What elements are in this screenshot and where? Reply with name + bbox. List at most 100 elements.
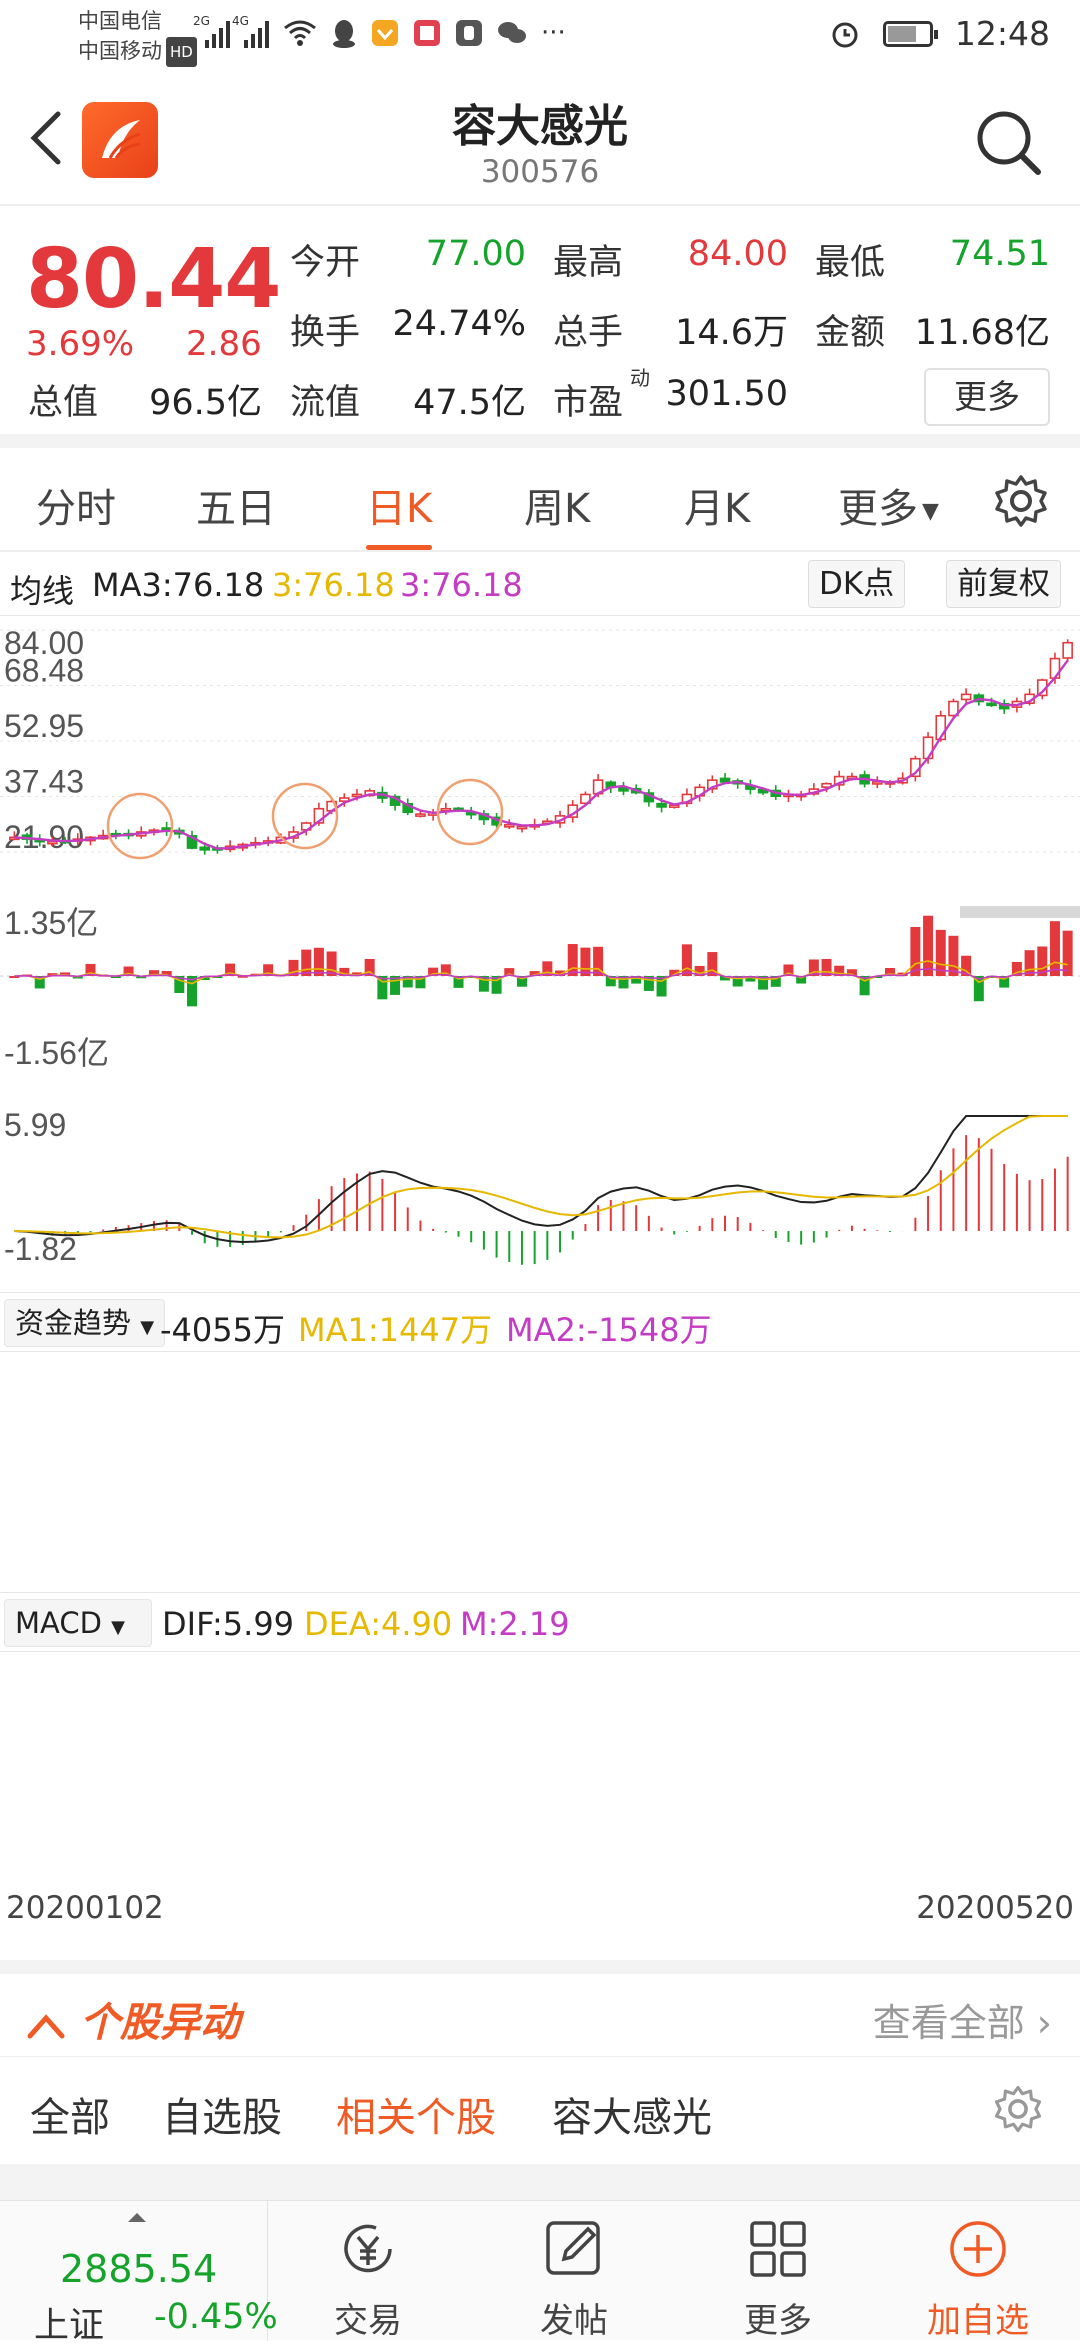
more-quote-button[interactable]: 更多 [924, 368, 1050, 426]
wifi-icon [284, 20, 316, 46]
candle-down [656, 802, 667, 808]
fund-bar-in [1062, 930, 1073, 976]
nav-post[interactable]: 发帖 [474, 2201, 674, 2341]
low-label: 最低 [815, 243, 886, 283]
change-percent: 3.69% [26, 324, 135, 364]
price-axis-label: 52.95 [4, 708, 84, 744]
clock: 12:48 [954, 14, 1050, 53]
caret-down-icon: ▼ [111, 1617, 125, 1638]
hd-badge: HD [166, 37, 197, 67]
search-icon[interactable] [972, 106, 1044, 178]
candle-up [47, 840, 58, 845]
status-icons: 2G 4G ··· [193, 14, 566, 48]
candle-up [516, 825, 528, 830]
tab-intraday[interactable]: 分时 [36, 476, 116, 534]
pe-label: 市盈 [553, 383, 624, 423]
macd-dropdown[interactable]: MACD ▼ [4, 1599, 152, 1647]
yen-circle-icon [344, 2224, 392, 2273]
nav-more-label: 更多 [744, 2301, 812, 2341]
hand-icon [456, 20, 482, 46]
nav-add-watchlist[interactable]: 加自选 [878, 2201, 1078, 2341]
fund-bar-in [948, 935, 959, 976]
nav-header: 容大感光 300576 [0, 72, 1080, 206]
alert-filters: 全部 自选股 相关个股 容大感光 [0, 2056, 1080, 2164]
nav-add-watchlist-label: 加自选 [927, 2301, 1029, 2341]
filter-stock[interactable]: 容大感光 [552, 2085, 712, 2143]
kline-chart[interactable]: 84.00 68.48 52.95 37.43 21.90 1.35亿 -1.56亿 5.99… [0, 616, 1080, 1936]
adjust-button[interactable]: 前复权 [946, 560, 1061, 608]
ma-label: 均线 [10, 572, 75, 610]
nav-trade-label: 交易 [334, 2301, 402, 2341]
pe-superscript: 动 [630, 366, 650, 390]
macd-m: M:2.19 [460, 1605, 570, 1643]
tab-weekly-k[interactable]: 周K [524, 476, 590, 534]
candle-up [503, 824, 515, 828]
settings-gear-icon[interactable] [992, 2083, 1044, 2135]
alert-title[interactable]: 个股异动 [26, 1990, 240, 2048]
event-marker [106, 792, 174, 860]
current-price: 80.44 [26, 232, 281, 327]
app-badge-icon [372, 20, 398, 46]
open-label: 今开 [290, 243, 361, 283]
caret-down-icon: ▼ [922, 498, 939, 524]
signal-icon: 2G [193, 14, 230, 48]
tab-more[interactable]: 更多 ▼ [838, 476, 939, 534]
ma3-yellow-value: 3:76.18 [272, 566, 395, 604]
index-widget[interactable]: 2885.54 上证 -0.45% [0, 2201, 278, 2346]
carrier-2: 中国移动 [78, 39, 162, 63]
change-value: 2.86 [186, 324, 262, 364]
signal-icon-2: 4G [232, 14, 269, 48]
filter-all[interactable]: 全部 [30, 2085, 110, 2143]
tab-monthly-k[interactable]: 月K [684, 476, 750, 534]
mktcap-label: 总值 [28, 383, 99, 423]
stock-code: 300576 [480, 154, 600, 190]
fund-trend-dropdown[interactable]: 资金趋势 ▼ [4, 1299, 166, 1347]
candle-up [1062, 641, 1073, 659]
fund-trend-header: 资金趋势 ▼ -4055万 MA1:1447万 MA2:-1548万 [0, 1292, 1080, 1352]
turnover-label: 换手 [290, 313, 361, 353]
view-all-label: 查看全部 [872, 2001, 1025, 2045]
chevron-up-icon [27, 2014, 65, 2039]
ma-header: 均线 MA3:76.18 3:76.18 3:76.18 DK点 前复权 [0, 554, 1080, 616]
nav-trade[interactable]: 交易 [268, 2201, 468, 2341]
kline-chart-svg: 84.0068.4852.9537.4321.901.35亿-1.56亿5.99… [0, 625, 1080, 1267]
fund-value: -4055万 [160, 1311, 285, 1349]
caret-up-icon [128, 2213, 146, 2222]
tab-daily-k[interactable]: 日K [366, 476, 433, 550]
filter-related[interactable]: 相关个股 [336, 2085, 496, 2143]
nav-more[interactable]: 更多 [678, 2201, 878, 2341]
macd-dif: DIF:5.99 [162, 1605, 295, 1643]
turnover-value: 24.74% [392, 304, 526, 344]
candle-down [199, 846, 211, 851]
low-value: 74.51 [949, 234, 1050, 274]
mktcap-value: 96.5亿 [149, 383, 262, 423]
fund-bar-out [187, 976, 198, 1007]
tab-more-label: 更多 [838, 486, 918, 532]
fund-bar-in [567, 944, 578, 976]
grid-icon [750, 2221, 806, 2277]
float-label: 流值 [290, 383, 361, 423]
dk-point-button[interactable]: DK点 [808, 560, 906, 608]
filter-watchlist[interactable]: 自选股 [162, 2085, 282, 2143]
float-value: 47.5亿 [413, 383, 526, 423]
volume-value: 14.6万 [675, 313, 788, 353]
stock-name: 容大感光 [452, 101, 628, 152]
bottom-bar: 2885.54 上证 -0.45% 交易 发帖 更多 加自选 [0, 2200, 1080, 2346]
tab-five-day[interactable]: 五日 [196, 476, 276, 534]
edit-icon [546, 2221, 600, 2275]
gear-icon[interactable] [992, 472, 1050, 530]
carrier-info: 中国电信 中国移动 HD [78, 6, 197, 67]
macd-header: MACD ▼ DIF:5.99 DEA:4.90 M:2.19 [0, 1592, 1080, 1652]
fund-bar-in [910, 927, 921, 976]
view-all-link[interactable]: 查看全部 › [873, 1992, 1052, 2047]
fund-ma1: MA1:1447万 [298, 1311, 493, 1349]
date-axis: 20200102 20200520 [0, 1884, 1080, 1936]
pe-value: 301.50 [665, 374, 788, 414]
wechat-icon [498, 22, 526, 43]
macd-dea: DEA:4.90 [304, 1605, 453, 1643]
candle-up [415, 813, 426, 817]
fund-bar-in [313, 947, 324, 976]
status-bar: 中国电信 中国移动 HD 2G 4G ··· 12:48 [0, 0, 1080, 72]
status-right: 12:48 [829, 14, 1050, 53]
plus-circle-icon [950, 2221, 1006, 2277]
